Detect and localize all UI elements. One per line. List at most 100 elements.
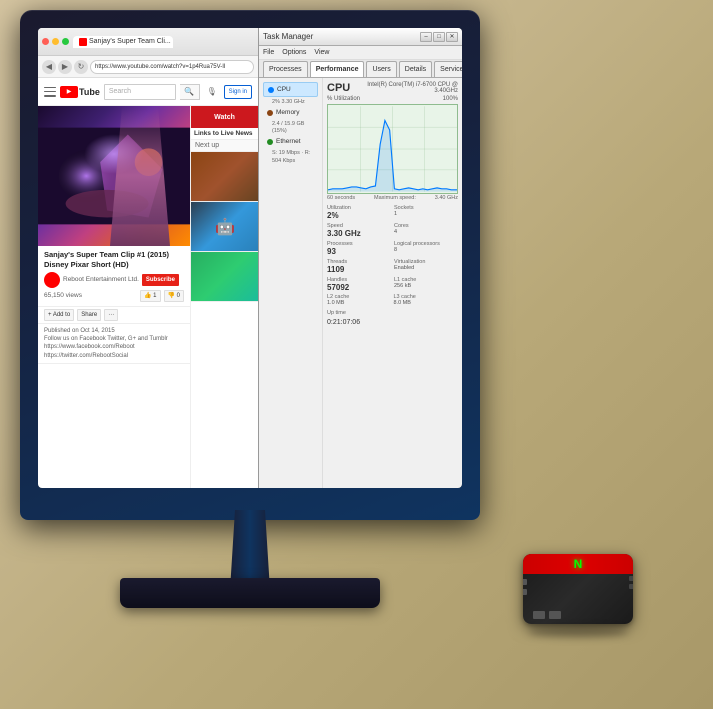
microphone-icon[interactable]: 🎙 [204,84,220,100]
cache-stats: L2 cache 1.0 MB L3 cache 8.0 MB [327,294,458,306]
hamburger-menu-icon[interactable] [44,87,56,97]
taskmanager-menubar: File Options View [259,46,462,60]
browser-panel: Sanjay's Super Team Cli... ◀ ▶ ↻ https:/… [38,28,258,488]
cpu-stats-grid: Utilization 2% Sockets 1 Speed 3.30 GHz [327,205,458,292]
search-input[interactable]: Search [104,84,176,100]
like-button[interactable]: 👍 1 [140,290,160,302]
dislike-button[interactable]: 👎 0 [164,290,184,302]
stat-handles: Handles 57092 [327,277,391,292]
stat-sockets: Sockets 1 [394,205,458,220]
related-thumb-2: 🤖 [191,202,258,252]
close-window-icon[interactable] [42,38,49,45]
stat-l2cache: L2 cache 1.0 MB [327,294,392,306]
links-header: Links to Live News [191,128,258,140]
action-bar: + Add to Share ··· [38,307,190,324]
tab-favicon-icon [79,38,87,46]
close-button[interactable]: ✕ [446,32,458,42]
more-button[interactable]: ··· [104,309,118,321]
tab-details[interactable]: Details [399,61,432,77]
cpu-header: CPU Intel(R) Core(TM) i7-6700 CPU @ 3.40… [327,82,458,94]
taskmanager-sidebar: CPU 2% 3.30 GHz Memory 2.4 / 15.9 GB (15… [259,78,323,488]
youtube-logo: Tube [60,86,100,98]
video-title: Sanjay's Super Team Clip #1 (2015) Disne… [44,250,184,270]
taskmanager-tabs: Processes Performance Users Details Serv [259,60,462,78]
memory-sidebar-detail: 2.4 / 15.9 GB (15%) [263,121,318,135]
address-bar[interactable]: https://www.youtube.com/watch?v=1p4Rua75… [90,60,254,74]
device-usb-2 [549,611,561,619]
forward-button[interactable]: ▶ [58,60,72,74]
cpu-title: CPU [327,82,350,94]
chrome-titlebar: Sanjay's Super Team Cli... [38,28,258,56]
device-body: N [523,554,633,624]
related-video-2[interactable]: 🤖 [191,202,258,252]
minimize-button[interactable]: – [420,32,432,42]
sidebar-item-ethernet[interactable]: Ethernet [263,135,318,148]
youtube-content: Sanjay's Super Team Clip #1 (2015) Disne… [38,106,190,488]
menu-options[interactable]: Options [282,49,306,56]
search-placeholder: Search [109,88,131,95]
share-button[interactable]: Share [77,309,101,321]
youtube-sidebar: Watch Links to Live News Next up 🤖 [190,106,258,488]
youtube-logo-icon [60,86,78,98]
device-usb-1 [533,611,545,619]
views-row: 65,150 views 👍 1 👎 0 [44,290,184,302]
video-thumbnail [38,106,190,246]
next-up-label: Next up [191,140,258,152]
tab-performance[interactable]: Performance [310,61,365,77]
sidebar-memory-label: Memory [276,109,299,116]
maximize-window-icon[interactable] [62,38,69,45]
back-button[interactable]: ◀ [42,60,56,74]
search-icon[interactable]: 🔍 [180,84,200,100]
related-video-1[interactable] [191,152,258,202]
device-port-2 [523,589,527,595]
tab-processes[interactable]: Processes [263,61,308,77]
sidebar-item-cpu[interactable]: CPU [263,82,318,97]
taskmanager-title: Task Manager [263,32,313,41]
stat-l3cache: L3 cache 8.0 MB [394,294,459,306]
youtube-main: Sanjay's Super Team Clip #1 (2015) Disne… [38,106,258,488]
monitor-bezel: Sanjay's Super Team Cli... ◀ ▶ ↻ https:/… [20,10,480,520]
video-description: Published on Oct 14, 2015 Follow us on F… [38,324,190,365]
minimize-window-icon[interactable] [52,38,59,45]
address-text: https://www.youtube.com/watch?v=1p4Rua75… [95,64,226,70]
channel-avatar [44,272,60,288]
browser-tab[interactable]: Sanjay's Super Team Cli... [73,36,173,48]
cpu-graph [327,104,458,194]
cpu-util-label: % Utilization 100% [327,96,458,102]
maximize-button[interactable]: □ [433,32,445,42]
sidebar-header-text: Watch [214,114,235,121]
uptime-section: Up time 0:21:07:06 [327,310,458,326]
uptime-value: 0:21:07:06 [327,319,458,326]
taskmanager-content: CPU 2% 3.30 GHz Memory 2.4 / 15.9 GB (15… [259,78,462,488]
sidebar-ethernet-label: Ethernet [276,138,301,145]
ethernet-sidebar-detail: S: 19 Mbps · R: 504 Kbps [263,150,318,164]
stat-cores: Cores 4 [394,223,458,238]
cpu-sidebar-detail: 2% 3.30 GHz [263,99,318,106]
menu-file[interactable]: File [263,49,274,56]
view-count: 65,150 views [44,292,82,299]
youtube-header: Tube Search 🔍 🎙 Sign in [38,78,258,106]
menu-view[interactable]: View [314,49,329,56]
video-player[interactable] [38,106,190,246]
youtube-logo-text: Tube [79,87,100,97]
tab-users[interactable]: Users [366,61,396,77]
video-info: Sanjay's Super Team Clip #1 (2015) Disne… [38,246,190,307]
monitor: Sanjay's Super Team Cli... ◀ ▶ ↻ https:/… [20,10,500,650]
refresh-button[interactable]: ↻ [74,60,88,74]
window-buttons: – □ ✕ [420,32,458,42]
stat-threads: Threads 1109 [327,259,391,274]
like-section: 👍 1 👎 0 [140,290,184,302]
add-to-button[interactable]: + Add to [44,309,74,321]
tab-title: Sanjay's Super Team Cli... [89,38,171,45]
subscribe-button[interactable]: Subscribe [142,274,179,286]
sidebar-item-memory[interactable]: Memory [263,106,318,119]
device-hdmi-port-2 [629,584,633,589]
taskmanager-titlebar: Task Manager – □ ✕ [259,28,462,46]
ethernet-indicator [267,139,273,145]
sign-in-button[interactable]: Sign in [224,85,252,99]
device-logo: N [568,557,588,571]
channel-name: Reboot Entertainment Ltd. [63,276,139,283]
window-controls[interactable] [42,38,69,45]
tab-services[interactable]: Services [434,61,462,77]
related-video-3[interactable] [191,252,258,302]
